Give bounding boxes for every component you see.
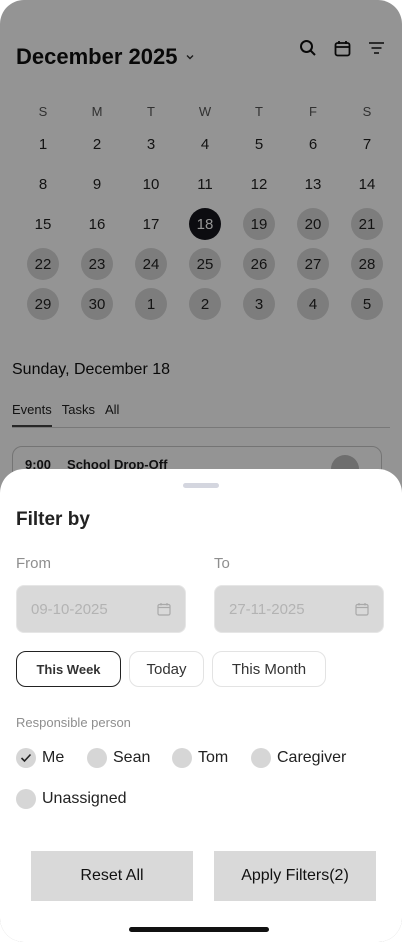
sheet-title: Filter by: [16, 509, 90, 530]
option-unassigned[interactable]: Unassigned: [16, 789, 127, 809]
radio-icon: [87, 748, 107, 768]
chip-this-month[interactable]: This Month: [212, 651, 326, 687]
chip-this-week[interactable]: This Week: [16, 651, 121, 687]
to-label: To: [214, 555, 230, 572]
calendar-icon: [355, 603, 369, 616]
from-date-value: 09-10-2025: [31, 600, 108, 618]
option-label: Unassigned: [42, 790, 127, 807]
option-sean[interactable]: Sean: [87, 748, 150, 768]
drag-handle[interactable]: [183, 483, 219, 488]
option-label: Caregiver: [277, 749, 347, 766]
option-label: Sean: [113, 749, 151, 766]
check-icon: [16, 748, 36, 768]
option-label: Me: [42, 749, 65, 766]
calendar-icon: [157, 603, 171, 616]
option-label: Tom: [198, 749, 229, 766]
radio-icon: [16, 789, 36, 809]
to-date-value: 27-11-2025: [229, 600, 305, 618]
chip-today[interactable]: Today: [129, 651, 204, 687]
from-label: From: [16, 555, 51, 572]
radio-icon: [172, 748, 192, 768]
radio-icon: [251, 748, 271, 768]
home-indicator: [129, 927, 269, 932]
option-tom[interactable]: Tom: [172, 748, 228, 768]
from-date-field[interactable]: 09-10-2025: [16, 585, 186, 633]
option-caregiver[interactable]: Caregiver: [251, 748, 346, 768]
filter-sheet: Filter by From To 09-10-2025 27-11-2025 …: [0, 469, 402, 942]
option-me[interactable]: Me: [16, 748, 64, 768]
screen: December 2025 SMTWTFS 1 2 3 4 5 6 7 8 9 10 11 12 13 1…: [0, 0, 402, 942]
reset-all-button[interactable]: Reset All: [31, 851, 193, 901]
apply-filters-button[interactable]: Apply Filters(2): [214, 851, 376, 901]
to-date-field[interactable]: 27-11-2025: [214, 585, 384, 633]
responsible-label: Responsible person: [16, 715, 131, 730]
